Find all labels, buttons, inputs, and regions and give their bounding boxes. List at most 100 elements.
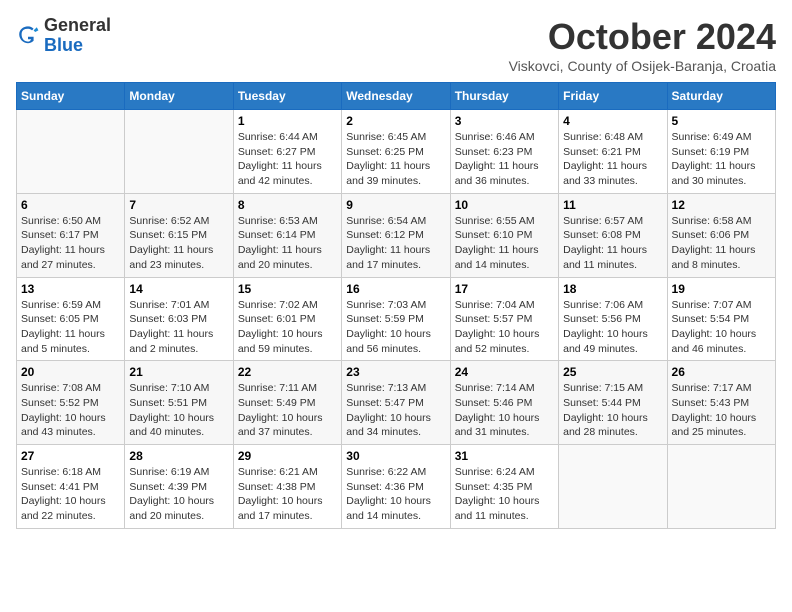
day-number: 9 bbox=[346, 198, 445, 212]
day-info: Sunrise: 6:45 AMSunset: 6:25 PMDaylight:… bbox=[346, 130, 445, 189]
day-number: 22 bbox=[238, 365, 337, 379]
calendar-day-header: Friday bbox=[559, 83, 667, 110]
calendar-day-header: Monday bbox=[125, 83, 233, 110]
day-info: Sunrise: 7:15 AMSunset: 5:44 PMDaylight:… bbox=[563, 381, 662, 440]
day-number: 19 bbox=[672, 282, 771, 296]
title-area: October 2024 Viskovci, County of Osijek-… bbox=[509, 16, 776, 74]
calendar-day-cell: 24Sunrise: 7:14 AMSunset: 5:46 PMDayligh… bbox=[450, 361, 558, 445]
day-info: Sunrise: 7:10 AMSunset: 5:51 PMDaylight:… bbox=[129, 381, 228, 440]
day-number: 17 bbox=[455, 282, 554, 296]
calendar-day-cell: 18 Sunrise: 7:06 AMSunset: 5:56 PMDayligh… bbox=[559, 277, 667, 361]
calendar-day-cell: 29Sunrise: 6:21 AMSunset: 4:38 PMDayligh… bbox=[233, 445, 341, 529]
logo: General Blue bbox=[16, 16, 111, 56]
calendar-day-cell: 3Sunrise: 6:46 AMSunset: 6:23 PMDaylight… bbox=[450, 110, 558, 194]
day-info: Sunrise: 6:19 AMSunset: 4:39 PMDaylight:… bbox=[129, 465, 228, 524]
day-number: 13 bbox=[21, 282, 120, 296]
day-number: 30 bbox=[346, 449, 445, 463]
day-info: Sunrise: 6:22 AMSunset: 4:36 PMDaylight:… bbox=[346, 465, 445, 524]
calendar-day-cell: 1Sunrise: 6:44 AMSunset: 6:27 PMDaylight… bbox=[233, 110, 341, 194]
calendar-day-cell: 28Sunrise: 6:19 AMSunset: 4:39 PMDayligh… bbox=[125, 445, 233, 529]
day-info: Sunrise: 6:53 AMSunset: 6:14 PMDaylight:… bbox=[238, 214, 337, 273]
calendar-day-cell: 5 Sunrise: 6:49 AMSunset: 6:19 PMDaylight… bbox=[667, 110, 775, 194]
day-info: Sunrise: 7:14 AMSunset: 5:46 PMDaylight:… bbox=[455, 381, 554, 440]
day-number: 2 bbox=[346, 114, 445, 128]
calendar-week-row: 27Sunrise: 6:18 AMSunset: 4:41 PMDayligh… bbox=[17, 445, 776, 529]
day-number: 6 bbox=[21, 198, 120, 212]
day-info: Sunrise: 7:11 AMSunset: 5:49 PMDaylight:… bbox=[238, 381, 337, 440]
calendar-day-cell: 19 Sunrise: 7:07 AMSunset: 5:54 PMDayligh… bbox=[667, 277, 775, 361]
calendar-table: SundayMondayTuesdayWednesdayThursdayFrid… bbox=[16, 82, 776, 529]
day-info: Sunrise: 6:24 AMSunset: 4:35 PMDaylight:… bbox=[455, 465, 554, 524]
calendar-day-header: Saturday bbox=[667, 83, 775, 110]
calendar-day-cell: 14 Sunrise: 7:01 AMSunset: 6:03 PMDayligh… bbox=[125, 277, 233, 361]
day-number: 18 bbox=[563, 282, 662, 296]
calendar-week-row: 1Sunrise: 6:44 AMSunset: 6:27 PMDaylight… bbox=[17, 110, 776, 194]
day-number: 8 bbox=[238, 198, 337, 212]
day-info: Sunrise: 6:59 AMSunset: 6:05 PMDaylight:… bbox=[21, 298, 120, 357]
day-info: Sunrise: 7:08 AMSunset: 5:52 PMDaylight:… bbox=[21, 381, 120, 440]
day-info: Sunrise: 6:58 AMSunset: 6:06 PMDaylight:… bbox=[672, 214, 771, 273]
day-number: 21 bbox=[129, 365, 228, 379]
calendar-day-cell: 26 Sunrise: 7:17 AMSunset: 5:43 PMDayligh… bbox=[667, 361, 775, 445]
calendar-week-row: 6 Sunrise: 6:50 AMSunset: 6:17 PMDaylight… bbox=[17, 193, 776, 277]
day-number: 29 bbox=[238, 449, 337, 463]
day-number: 20 bbox=[21, 365, 120, 379]
day-info: Sunrise: 6:50 AMSunset: 6:17 PMDaylight:… bbox=[21, 214, 120, 273]
logo-blue-text: Blue bbox=[44, 35, 83, 55]
calendar-day-cell: 31 Sunrise: 6:24 AMSunset: 4:35 PMDayligh… bbox=[450, 445, 558, 529]
calendar-day-header: Thursday bbox=[450, 83, 558, 110]
calendar-week-row: 13 Sunrise: 6:59 AMSunset: 6:05 PMDayligh… bbox=[17, 277, 776, 361]
calendar-day-cell: 27Sunrise: 6:18 AMSunset: 4:41 PMDayligh… bbox=[17, 445, 125, 529]
calendar-day-header: Wednesday bbox=[342, 83, 450, 110]
day-number: 25 bbox=[563, 365, 662, 379]
day-info: Sunrise: 6:54 AMSunset: 6:12 PMDaylight:… bbox=[346, 214, 445, 273]
day-number: 4 bbox=[563, 114, 662, 128]
calendar-day-cell: 22 Sunrise: 7:11 AMSunset: 5:49 PMDayligh… bbox=[233, 361, 341, 445]
day-number: 16 bbox=[346, 282, 445, 296]
day-number: 1 bbox=[238, 114, 337, 128]
calendar-day-cell: 6 Sunrise: 6:50 AMSunset: 6:17 PMDaylight… bbox=[17, 193, 125, 277]
calendar-day-cell bbox=[667, 445, 775, 529]
day-info: Sunrise: 7:13 AMSunset: 5:47 PMDaylight:… bbox=[346, 381, 445, 440]
day-info: Sunrise: 7:17 AMSunset: 5:43 PMDaylight:… bbox=[672, 381, 771, 440]
day-info: Sunrise: 6:49 AMSunset: 6:19 PMDaylight:… bbox=[672, 130, 771, 189]
day-number: 5 bbox=[672, 114, 771, 128]
calendar-day-cell: 13 Sunrise: 6:59 AMSunset: 6:05 PMDayligh… bbox=[17, 277, 125, 361]
calendar-header-row: SundayMondayTuesdayWednesdayThursdayFrid… bbox=[17, 83, 776, 110]
day-info: Sunrise: 7:01 AMSunset: 6:03 PMDaylight:… bbox=[129, 298, 228, 357]
day-info: Sunrise: 6:48 AMSunset: 6:21 PMDaylight:… bbox=[563, 130, 662, 189]
calendar-day-cell bbox=[17, 110, 125, 194]
calendar-day-cell: 8 Sunrise: 6:53 AMSunset: 6:14 PMDaylight… bbox=[233, 193, 341, 277]
day-number: 27 bbox=[21, 449, 120, 463]
calendar-day-cell: 12Sunrise: 6:58 AMSunset: 6:06 PMDayligh… bbox=[667, 193, 775, 277]
day-number: 14 bbox=[129, 282, 228, 296]
calendar-day-cell: 25 Sunrise: 7:15 AMSunset: 5:44 PMDayligh… bbox=[559, 361, 667, 445]
day-number: 26 bbox=[672, 365, 771, 379]
day-number: 3 bbox=[455, 114, 554, 128]
day-info: Sunrise: 7:06 AMSunset: 5:56 PMDaylight:… bbox=[563, 298, 662, 357]
location-subtitle: Viskovci, County of Osijek-Baranja, Croa… bbox=[509, 58, 776, 74]
day-number: 7 bbox=[129, 198, 228, 212]
day-info: Sunrise: 7:07 AMSunset: 5:54 PMDaylight:… bbox=[672, 298, 771, 357]
calendar-day-cell: 30 Sunrise: 6:22 AMSunset: 4:36 PMDayligh… bbox=[342, 445, 450, 529]
calendar-day-cell: 17 Sunrise: 7:04 AMSunset: 5:57 PMDayligh… bbox=[450, 277, 558, 361]
month-title: October 2024 bbox=[509, 16, 776, 58]
calendar-day-cell bbox=[559, 445, 667, 529]
day-info: Sunrise: 7:03 AMSunset: 5:59 PMDaylight:… bbox=[346, 298, 445, 357]
calendar-day-cell bbox=[125, 110, 233, 194]
page-header: General Blue October 2024 Viskovci, Coun… bbox=[16, 16, 776, 74]
day-number: 31 bbox=[455, 449, 554, 463]
day-number: 11 bbox=[563, 198, 662, 212]
calendar-day-header: Sunday bbox=[17, 83, 125, 110]
day-info: Sunrise: 7:02 AMSunset: 6:01 PMDaylight:… bbox=[238, 298, 337, 357]
calendar-day-cell: 16 Sunrise: 7:03 AMSunset: 5:59 PMDayligh… bbox=[342, 277, 450, 361]
day-info: Sunrise: 6:57 AMSunset: 6:08 PMDaylight:… bbox=[563, 214, 662, 273]
calendar-day-cell: 20 Sunrise: 7:08 AMSunset: 5:52 PMDayligh… bbox=[17, 361, 125, 445]
day-info: Sunrise: 7:04 AMSunset: 5:57 PMDaylight:… bbox=[455, 298, 554, 357]
logo-icon bbox=[16, 24, 40, 48]
calendar-day-cell: 23 Sunrise: 7:13 AMSunset: 5:47 PMDayligh… bbox=[342, 361, 450, 445]
calendar-day-cell: 10Sunrise: 6:55 AMSunset: 6:10 PMDayligh… bbox=[450, 193, 558, 277]
calendar-day-cell: 7 Sunrise: 6:52 AMSunset: 6:15 PMDaylight… bbox=[125, 193, 233, 277]
day-number: 23 bbox=[346, 365, 445, 379]
day-info: Sunrise: 6:52 AMSunset: 6:15 PMDaylight:… bbox=[129, 214, 228, 273]
